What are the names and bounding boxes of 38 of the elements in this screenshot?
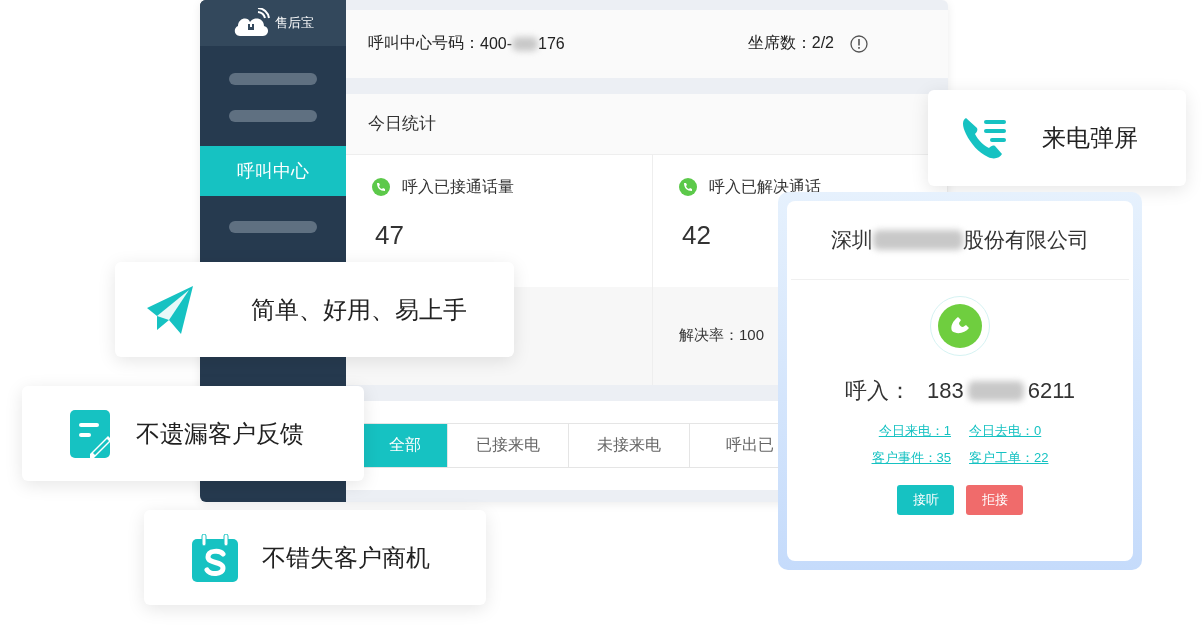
blur-patch [512, 36, 539, 51]
note-edit-icon [70, 409, 112, 458]
stat-link[interactable]: 今日去电：0 [969, 422, 1049, 440]
phone-list-icon [962, 116, 1008, 160]
feature-text: 不遗漏客户反馈 [136, 418, 304, 449]
number-label: 呼叫中心号码： [368, 33, 480, 54]
phone-icon [372, 178, 390, 197]
logo-text: 售后宝 [275, 14, 314, 32]
stat-link[interactable]: 今日来电：1 [871, 422, 951, 440]
sidebar-item[interactable]: 呼叫中心 [200, 146, 346, 196]
decline-button[interactable]: 拒接 [966, 485, 1023, 515]
caller-label: 呼入： [845, 377, 911, 405]
caller-number: 6211 [1027, 378, 1075, 404]
feature-text: 不错失客户商机 [262, 542, 430, 573]
calendar-s-icon [192, 533, 238, 582]
stat-label: 呼入已接通话量 [402, 176, 514, 197]
blur-patch [967, 381, 1024, 401]
menu-placeholder-bar[interactable] [229, 220, 317, 233]
seats-text: 坐席数：2/2 [747, 33, 834, 54]
menu-placeholder-bar[interactable] [229, 72, 317, 85]
company-name: 深圳 [831, 227, 873, 253]
rate-text: 解决率：100 [679, 326, 765, 346]
number-text: 176 [538, 34, 565, 53]
menu-placeholder-bar[interactable] [229, 109, 317, 122]
phone-icon [679, 178, 697, 197]
caller-number: 183 [927, 378, 964, 404]
feature-text: 来电弹屏 [1042, 123, 1138, 153]
paper-plane-icon [145, 285, 195, 334]
stat-value: 42 [682, 219, 711, 250]
answer-button[interactable]: 接听 [897, 485, 954, 515]
stat-link[interactable]: 客户事件：35 [871, 449, 951, 467]
filter-tab[interactable]: 全部 [363, 423, 448, 467]
info-icon[interactable] [850, 34, 868, 53]
stat-value: 47 [375, 219, 404, 250]
company-name: 股份有限公司 [963, 227, 1089, 253]
number-text: 400- [480, 34, 513, 53]
feature-text: 简单、好用、易上手 [251, 294, 467, 325]
stat-link[interactable]: 客户工单：22 [969, 449, 1049, 467]
